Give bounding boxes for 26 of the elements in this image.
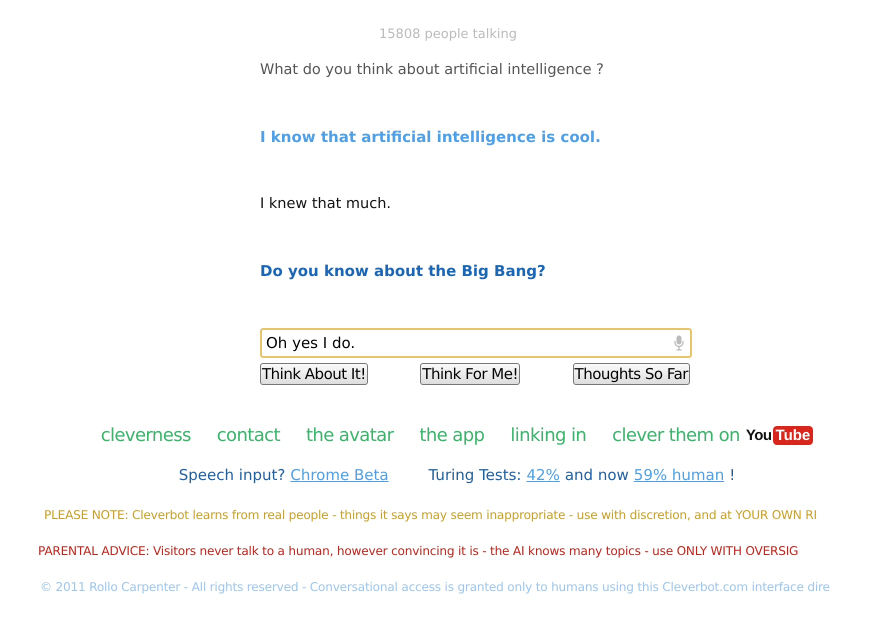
people-count: 15808 people talking <box>378 26 518 44</box>
notice-text: © 2011 Rollo Carpenter - All rights reserved - Conversational access is granted only to humans using this Cleverbot.com interface dire <box>39 580 831 594</box>
chat-message: I know that artificial intelligence is cool. <box>260 127 602 148</box>
action-button[interactable]: Think For Me! <box>420 363 520 385</box>
action-button[interactable]: Think About It! <box>260 363 368 385</box>
notice-text: PARENTAL ADVICE: Visitors never talk to a human, however convincing it is - the AI knows many topics - use ONLY WITH OVERSIG <box>37 544 800 558</box>
nav-link[interactable]: the avatar <box>306 425 394 446</box>
chat-message: I knew that much. <box>260 195 392 214</box>
nav-link[interactable]: clever them on <box>612 425 740 446</box>
chat-message: Do you know about the Big Bang? <box>260 261 547 282</box>
turing-label: Turing Tests: <box>428 466 522 484</box>
nav-link[interactable]: contact <box>216 425 280 446</box>
notice-text: PLEASE NOTE: Cleverbot learns from real people - things it says may seem inappropriate - use with discretion, and at YOUR OWN RI <box>43 508 818 522</box>
percent-link[interactable]: 42% <box>526 466 560 484</box>
nav-link[interactable]: cleverness <box>100 425 191 446</box>
chrome-beta-link[interactable]: Chrome Beta <box>290 466 389 484</box>
turing-text: and now <box>564 466 629 484</box>
percent-link[interactable]: 59% human <box>634 466 724 484</box>
speech-label: Speech input? <box>178 466 286 484</box>
microphone-icon[interactable] <box>674 335 684 351</box>
input-field[interactable]: Oh yes I do. <box>260 328 692 358</box>
chat-message: What do you think about artificial intelligence ? <box>260 61 605 80</box>
exclamation-text: ! <box>729 466 736 484</box>
action-button[interactable]: Thoughts So Far <box>572 363 690 385</box>
nav-link[interactable]: the app <box>419 425 484 446</box>
nav-link[interactable]: linking in <box>510 425 586 446</box>
